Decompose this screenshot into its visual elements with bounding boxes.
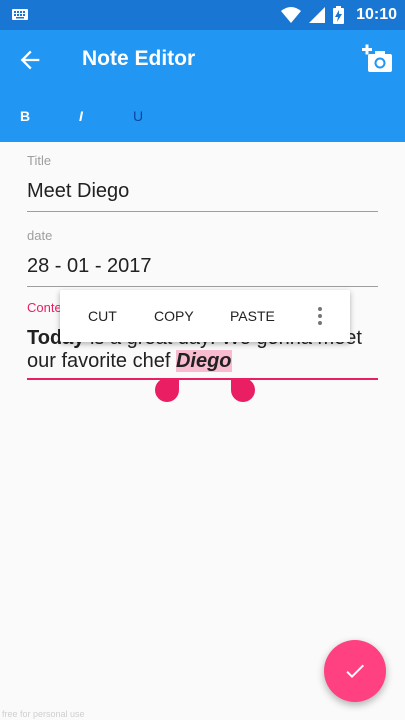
italic-button[interactable]: I: [79, 108, 83, 124]
content-underline: [27, 378, 378, 380]
clock: 10:10: [356, 6, 397, 23]
keyboard-icon: [12, 9, 28, 20]
battery-charging-icon: [333, 6, 345, 24]
selected-text[interactable]: Diego: [175, 350, 232, 372]
app-bar: Note Editor: [0, 30, 405, 90]
underline-button[interactable]: U: [133, 108, 143, 124]
save-fab[interactable]: [324, 640, 386, 702]
date-underline: [27, 286, 378, 287]
wifi-icon: [281, 7, 302, 23]
arrow-back-icon[interactable]: [16, 46, 44, 74]
page-title: Note Editor: [82, 47, 196, 70]
more-vert-icon[interactable]: [314, 304, 326, 328]
add-photo-icon[interactable]: [362, 44, 394, 76]
selection-end-handle[interactable]: [231, 378, 255, 402]
selection-start-handle[interactable]: [155, 378, 179, 402]
format-toolbar: B I U: [0, 90, 405, 142]
date-field[interactable]: date 28 - 01 - 2017: [27, 228, 378, 287]
signal-icon: [309, 7, 326, 23]
status-bar: 10:10: [0, 0, 405, 30]
date-label: date: [27, 228, 53, 243]
watermark: free for personal use: [2, 709, 85, 719]
title-field[interactable]: Title Meet Diego: [27, 153, 378, 212]
check-icon: [346, 664, 364, 678]
cut-button[interactable]: CUT: [88, 308, 117, 324]
title-input[interactable]: Meet Diego: [27, 180, 378, 203]
title-underline: [27, 211, 378, 212]
text-selection-menu: CUT COPY PASTE: [60, 290, 350, 342]
date-input[interactable]: 28 - 01 - 2017: [27, 255, 378, 278]
title-label: Title: [27, 153, 52, 168]
bold-button[interactable]: B: [20, 108, 30, 124]
paste-button[interactable]: PASTE: [230, 308, 275, 324]
copy-button[interactable]: COPY: [154, 308, 194, 324]
